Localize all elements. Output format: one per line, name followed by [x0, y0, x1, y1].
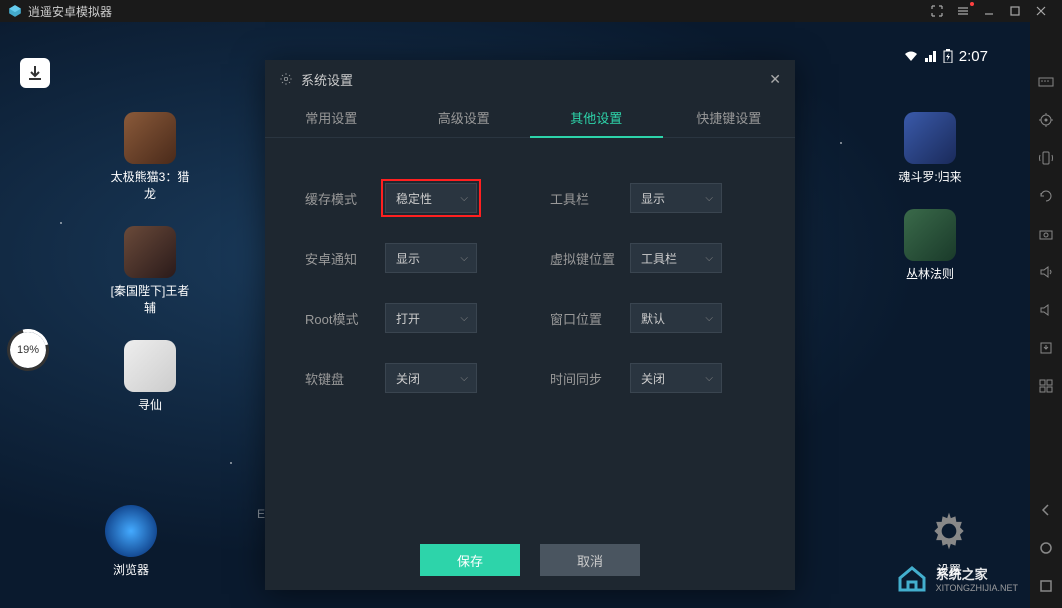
android-home-button[interactable] [1036, 538, 1056, 558]
select-root-mode[interactable]: 打开⌵ [385, 303, 477, 333]
gear-icon [927, 509, 971, 553]
desktop-area: 2:07 19% 太极熊猫3：猎龙 [秦国陛下]王者辅 寻仙 魂斗罗:归来 [0, 22, 1030, 608]
watermark-title: 系统之家 [936, 564, 1018, 583]
select-toolbar[interactable]: 显示⌵ [630, 183, 722, 213]
app-icon-king-assist[interactable]: [秦国陛下]王者辅 [105, 226, 195, 316]
label-toolbar: 工具栏 [550, 189, 616, 208]
fullscreen-button[interactable] [924, 0, 950, 22]
progress-indicator[interactable]: 19% [10, 332, 46, 368]
chevron-down-icon: ⌵ [705, 313, 713, 324]
app-label: 浏览器 [113, 561, 149, 578]
minimize-button[interactable] [976, 0, 1002, 22]
app-icon-xunxian[interactable]: 寻仙 [124, 340, 176, 413]
window-titlebar: 逍遥安卓模拟器 [0, 0, 1062, 22]
battery-icon [943, 49, 953, 63]
watermark-logo-icon [894, 560, 930, 596]
chevron-down-icon: ⌵ [705, 193, 713, 204]
select-virtual-key-pos[interactable]: 工具栏⌵ [630, 243, 722, 273]
select-soft-keyboard[interactable]: 关闭⌵ [385, 363, 477, 393]
settings-dialog: 系统设置 ✕ 常用设置 高级设置 其他设置 快捷键设置 缓存模式 稳定性⌵ 工具… [265, 60, 795, 590]
dialog-close-button[interactable]: ✕ [769, 71, 781, 88]
toolbar-volume-up-button[interactable] [1036, 262, 1056, 282]
clock-label: 2:07 [959, 48, 988, 65]
app-logo-icon [8, 4, 22, 18]
select-time-sync[interactable]: 关闭⌵ [630, 363, 722, 393]
tab-common[interactable]: 常用设置 [265, 98, 398, 137]
watermark: 系统之家 XITONGZHIJIA.NET [894, 560, 1018, 596]
watermark-url: XITONGZHIJIA.NET [936, 583, 1018, 593]
chevron-down-icon: ⌵ [460, 373, 468, 384]
app-icon-contra[interactable]: 魂斗罗:归来 [898, 112, 961, 185]
label-android-notify: 安卓通知 [305, 249, 371, 268]
toolbar-more-button[interactable] [1036, 376, 1056, 396]
toolbar-volume-down-button[interactable] [1036, 300, 1056, 320]
wifi-icon [903, 50, 919, 62]
label-time-sync: 时间同步 [550, 369, 616, 388]
cancel-button[interactable]: 取消 [540, 544, 640, 576]
notification-dot [970, 2, 974, 6]
chevron-down-icon: ⌵ [705, 373, 713, 384]
toolbar-shake-button[interactable] [1036, 148, 1056, 168]
label-virtual-key-pos: 虚拟键位置 [550, 249, 616, 268]
toolbar-apk-button[interactable] [1036, 338, 1056, 358]
dialog-header: 系统设置 ✕ [265, 60, 795, 98]
android-back-button[interactable] [1036, 500, 1056, 520]
maximize-button[interactable] [1002, 0, 1028, 22]
download-shortcut[interactable] [20, 58, 50, 88]
app-icon-jungle-rules[interactable]: 丛林法则 [904, 209, 956, 282]
label-root-mode: Root模式 [305, 309, 371, 328]
toolbar-rotate-button[interactable] [1036, 186, 1056, 206]
toolbar-location-button[interactable] [1036, 110, 1056, 130]
tab-advanced[interactable]: 高级设置 [398, 98, 531, 137]
android-status-bar: 2:07 [903, 44, 998, 68]
toolbar-screenshot-button[interactable] [1036, 224, 1056, 244]
select-window-pos[interactable]: 默认⌵ [630, 303, 722, 333]
tab-shortcuts[interactable]: 快捷键设置 [663, 98, 796, 137]
dialog-title: 系统设置 [301, 70, 353, 89]
select-android-notify[interactable]: 显示⌵ [385, 243, 477, 273]
select-cache-mode[interactable]: 稳定性⌵ [385, 183, 477, 213]
android-recent-button[interactable] [1036, 576, 1056, 596]
app-label: 寻仙 [138, 396, 162, 413]
progress-label: 19% [17, 344, 39, 356]
app-label: 丛林法则 [906, 265, 954, 282]
dialog-tabs: 常用设置 高级设置 其他设置 快捷键设置 [265, 98, 795, 138]
gear-icon [279, 72, 293, 86]
chevron-down-icon: ⌵ [460, 253, 468, 264]
signal-icon [925, 50, 937, 62]
dialog-footer: 保存 取消 [265, 530, 795, 590]
toolbar-keyboard-button[interactable] [1036, 72, 1056, 92]
app-label: 太极熊猫3：猎龙 [105, 168, 195, 202]
label-window-pos: 窗口位置 [550, 309, 616, 328]
emulator-toolbar [1030, 22, 1062, 608]
dialog-body: 缓存模式 稳定性⌵ 工具栏 显示⌵ 安卓通知 显示⌵ 虚拟键位置 工具栏⌵ [265, 138, 795, 530]
label-cache-mode: 缓存模式 [305, 189, 371, 208]
app-label: 魂斗罗:归来 [898, 168, 961, 185]
tab-other[interactable]: 其他设置 [530, 98, 663, 137]
close-button[interactable] [1028, 0, 1054, 22]
app-label: [秦国陛下]王者辅 [105, 282, 195, 316]
save-button[interactable]: 保存 [420, 544, 520, 576]
chevron-down-icon: ⌵ [460, 193, 468, 204]
app-icon-taiji-panda3[interactable]: 太极熊猫3：猎龙 [105, 112, 195, 202]
app-title: 逍遥安卓模拟器 [28, 3, 112, 20]
label-soft-keyboard: 软键盘 [305, 369, 371, 388]
app-icon-browser[interactable]: 浏览器 [105, 505, 157, 578]
chevron-down-icon: ⌵ [460, 313, 468, 324]
chevron-down-icon: ⌵ [705, 253, 713, 264]
